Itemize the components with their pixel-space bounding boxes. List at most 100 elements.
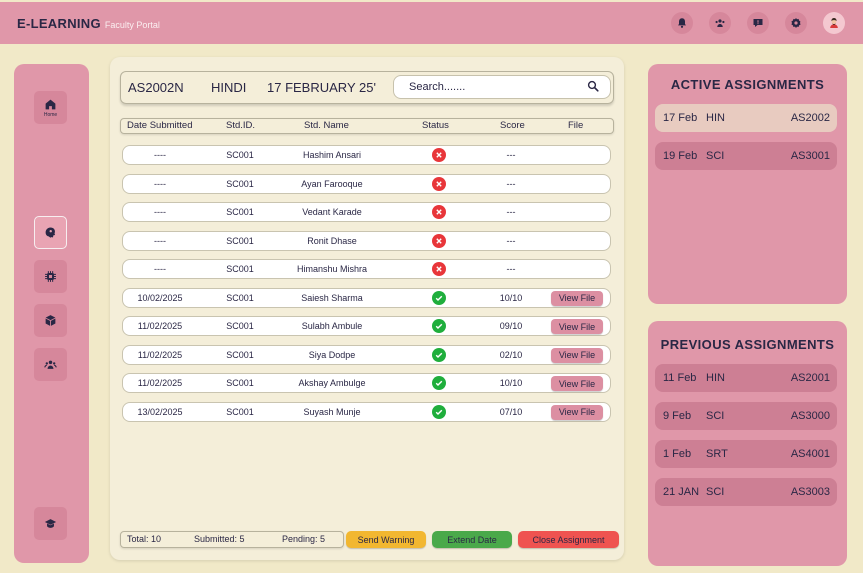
- assignment-item[interactable]: 9 Feb SCI AS3000: [655, 402, 837, 430]
- assignment-item-subject: SRT: [706, 448, 728, 460]
- view-file-button[interactable]: View File: [551, 319, 603, 334]
- cube-nav-button[interactable]: [34, 304, 67, 337]
- search-input[interactable]: [393, 75, 611, 99]
- assignment-item-subject: HIN: [706, 112, 725, 124]
- home-label: Home: [43, 111, 58, 118]
- cell-student-id: SC001: [226, 406, 254, 417]
- assignment-item[interactable]: 21 JAN SCI AS3003: [655, 478, 837, 506]
- total-count: Total: 10: [127, 534, 162, 544]
- assignment-item[interactable]: 17 Feb HIN AS2002: [655, 104, 837, 132]
- group-icon: [44, 360, 57, 369]
- col-status: Status: [422, 120, 449, 131]
- table-row: ---- SC001 Hashim Ansari ---: [122, 145, 611, 165]
- col-score: Score: [500, 120, 525, 131]
- brand-subtitle: Faculty Portal: [104, 19, 160, 30]
- extend-date-button[interactable]: Extend Date: [432, 531, 512, 548]
- assignment-item-date: 17 Feb: [663, 112, 698, 124]
- assignment-item[interactable]: 19 Feb SCI AS3001: [655, 142, 837, 170]
- graduation-nav-button[interactable]: [34, 507, 67, 540]
- table-header: Date Submitted Std.ID. Std. Name Status …: [120, 118, 614, 134]
- chat-icon[interactable]: [747, 12, 769, 34]
- close-assignment-button[interactable]: Close Assignment: [518, 531, 619, 548]
- cell-student-id: SC001: [226, 292, 254, 303]
- cell-student-name: Sulabh Ambule: [301, 321, 363, 331]
- table-row: ---- SC001 Himanshu Mishra ---: [122, 259, 611, 279]
- cell-student-id: SC001: [226, 349, 254, 360]
- table-row: 11/02/2025 SC001 Sulabh Ambule 09/10 View Fi…: [122, 316, 611, 336]
- user-avatar[interactable]: [823, 12, 845, 34]
- brain-nav-button[interactable]: [34, 216, 67, 249]
- view-file-button[interactable]: View File: [551, 404, 603, 420]
- col-date-submitted: Date Submitted: [127, 120, 193, 131]
- assignment-item[interactable]: 1 Feb SRT AS4001: [655, 440, 837, 468]
- table-row: ---- SC001 Vedant Karade ---: [122, 202, 611, 222]
- cell-date-submitted: ----: [154, 150, 166, 160]
- cross-icon: [432, 233, 446, 248]
- table-row: ---- SC001 Ayan Farooque ---: [122, 173, 611, 194]
- view-file-button[interactable]: View File: [551, 290, 603, 306]
- search-icon[interactable]: [587, 80, 599, 92]
- group-icon[interactable]: [709, 12, 731, 34]
- header-icons: [655, 12, 845, 34]
- cell-date-submitted: ----: [154, 207, 166, 217]
- assignment-header: AS2002N HINDI 17 FEBRUARY 25': [120, 71, 614, 104]
- assignment-item-subject: SCI: [706, 150, 725, 162]
- assignment-subject: HINDI: [211, 80, 247, 95]
- cell-score: ---: [506, 235, 516, 246]
- cell-date-submitted: 13/02/2025: [137, 406, 183, 417]
- gear-icon[interactable]: [785, 12, 807, 34]
- main-panel: AS2002N HINDI 17 FEBRUARY 25' Date Submi…: [110, 57, 624, 560]
- cell-student-name: Hashim Ansari: [302, 150, 362, 160]
- home-nav-button[interactable]: Home: [34, 91, 67, 124]
- send-warning-button[interactable]: Send Warning: [346, 531, 426, 548]
- top-header: E-LEARNING Faculty Portal: [0, 2, 863, 44]
- cell-student-name: Siya Dodpe: [308, 349, 356, 360]
- group-nav-button[interactable]: [34, 348, 67, 381]
- cross-icon: [432, 205, 446, 219]
- cell-student-id: SC001: [226, 378, 254, 388]
- table-row: 10/02/2025 SC001 Saiesh Sharma 10/10 View Fi…: [122, 287, 611, 308]
- assignment-item-code: AS2002: [790, 112, 830, 124]
- chip-icon: [45, 271, 56, 282]
- cell-score: ---: [506, 150, 516, 160]
- cell-student-name: Vedant Karade: [302, 207, 362, 217]
- table-row: 11/02/2025 SC001 Akshay Ambulge 10/10 View F…: [122, 373, 611, 393]
- cell-student-id: SC001: [226, 235, 254, 246]
- view-file-button[interactable]: View File: [551, 347, 603, 363]
- assignment-item-code: AS3001: [790, 150, 830, 162]
- check-icon: [432, 290, 446, 305]
- cell-score: 09/10: [499, 321, 523, 331]
- cube-icon: [45, 315, 56, 326]
- cell-date-submitted: ----: [154, 264, 166, 274]
- assignment-item-date: 11 Feb: [663, 372, 697, 384]
- previous-assignments-panel: PREVIOUS ASSIGNMENTS 11 Feb HIN AS2001 9 Fe…: [648, 321, 847, 566]
- assignment-item-subject: HIN: [706, 372, 725, 384]
- assignment-item-code: AS4001: [790, 448, 830, 460]
- cell-score: 07/10: [499, 406, 523, 417]
- assignment-code: AS2002N: [128, 80, 184, 95]
- assignment-item-date: 1 Feb: [663, 448, 692, 460]
- pending-count: Pending: 5: [282, 534, 326, 544]
- cell-score: 02/10: [499, 349, 523, 360]
- cross-icon: [432, 262, 446, 276]
- view-file-button[interactable]: View File: [551, 376, 603, 391]
- check-icon: [432, 347, 446, 362]
- col-student-id: Std.ID.: [226, 120, 256, 131]
- brand: E-LEARNING Faculty Portal: [17, 16, 160, 31]
- cell-date-submitted: 11/02/2025: [137, 378, 183, 388]
- cell-student-name: Himanshu Mishra: [296, 264, 368, 274]
- assignment-item[interactable]: 11 Feb HIN AS2001: [655, 364, 837, 392]
- table-row: 13/02/2025 SC001 Suyash Munje 07/10 View Fil…: [122, 401, 611, 422]
- assignment-item-subject: SCI: [706, 486, 725, 498]
- brain-icon: [45, 227, 56, 238]
- chip-nav-button[interactable]: [34, 260, 67, 293]
- assignment-item-date: 19 Feb: [663, 150, 698, 162]
- col-student-name: Std. Name: [304, 120, 349, 131]
- check-icon: [432, 376, 446, 390]
- table-row: 11/02/2025 SC001 Siya Dodpe 02/10 View File: [122, 344, 611, 365]
- previous-assignments-title: PREVIOUS ASSIGNMENTS: [660, 337, 835, 352]
- submission-summary: Total: 10 Submitted: 5 Pending: 5: [120, 531, 344, 548]
- bell-icon[interactable]: [671, 12, 693, 34]
- cell-student-name: Ayan Farooque: [301, 178, 363, 189]
- assignment-item-date: 9 Feb: [663, 410, 692, 422]
